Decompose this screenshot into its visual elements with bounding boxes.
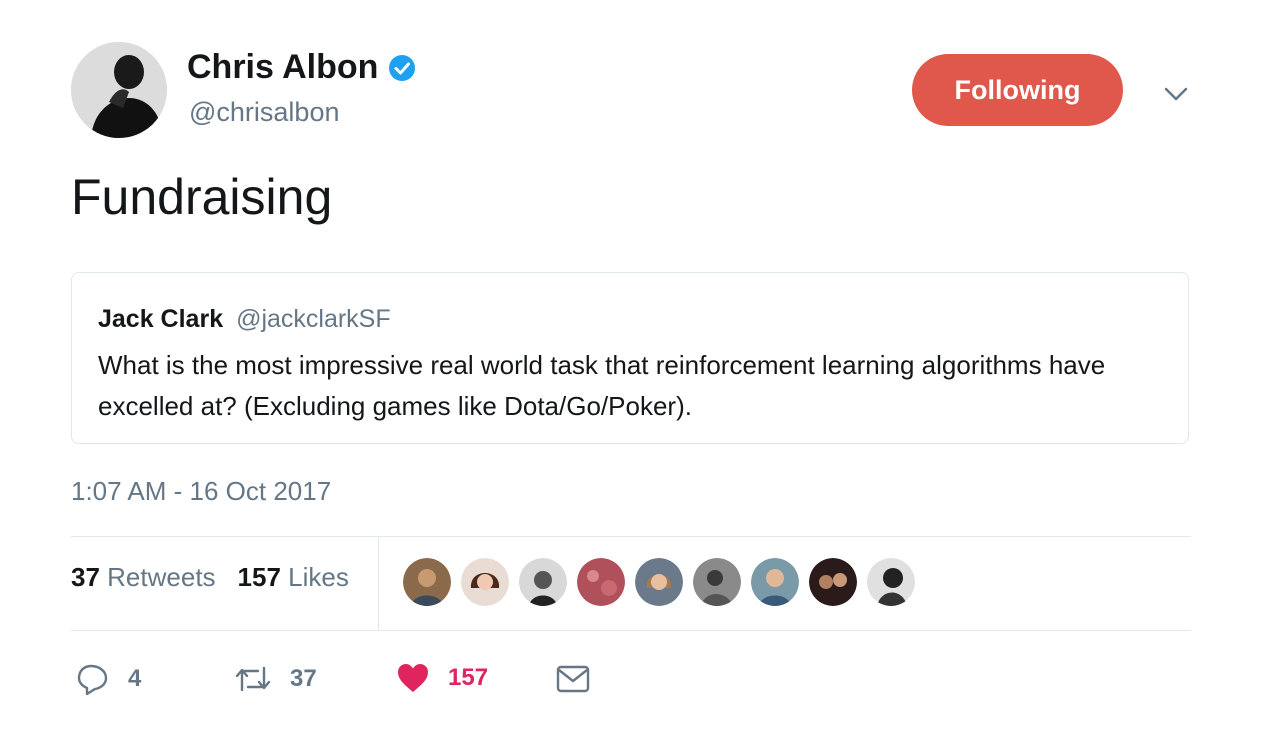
quoted-tweet-text: What is the most impressive real world t… — [98, 350, 1106, 421]
avatar[interactable] — [809, 558, 857, 606]
tweet-text: Fundraising — [71, 169, 333, 225]
avatar[interactable] — [867, 558, 915, 606]
retweet-icon — [235, 666, 271, 692]
author-handle[interactable]: @chrisalbon — [189, 97, 339, 128]
divider — [71, 630, 1191, 631]
avatar[interactable] — [751, 558, 799, 606]
direct-message-button[interactable] — [556, 664, 590, 694]
avatar[interactable] — [693, 558, 741, 606]
quoted-tweet-header: Jack Clark @jackclarkSF — [98, 305, 391, 334]
quoted-author-handle: @jackclarkSF — [236, 305, 391, 333]
reply-count: 4 — [128, 665, 142, 692]
avatar[interactable] — [461, 558, 509, 606]
avatar[interactable] — [577, 558, 625, 606]
retweet-count: 37 — [290, 665, 317, 692]
liker-avatars — [403, 558, 915, 606]
divider — [71, 536, 1191, 537]
stats-separator — [378, 537, 379, 630]
envelope-icon — [556, 665, 590, 693]
reply-button[interactable]: 4 — [76, 662, 141, 696]
reply-icon — [77, 664, 108, 696]
tweet-stats: 37 Retweets 157 Likes — [71, 562, 349, 593]
heart-icon — [398, 664, 428, 692]
author-name[interactable]: Chris Albon — [187, 48, 378, 87]
author-avatar[interactable] — [71, 42, 167, 138]
avatar[interactable] — [635, 558, 683, 606]
quoted-author-name: Jack Clark — [98, 305, 224, 333]
retweet-button[interactable]: 37 — [234, 662, 317, 696]
avatar[interactable] — [519, 558, 567, 606]
avatar[interactable] — [403, 558, 451, 606]
verified-badge-icon — [389, 54, 416, 81]
likes-stat[interactable]: 157 Likes — [238, 562, 349, 593]
author-name-row[interactable]: Chris Albon — [187, 48, 416, 87]
like-count: 157 — [448, 664, 489, 691]
following-button[interactable]: Following — [912, 54, 1123, 126]
chevron-down-icon[interactable] — [1160, 78, 1192, 110]
retweets-stat[interactable]: 37 Retweets — [71, 562, 216, 593]
like-button[interactable]: 157 — [396, 662, 488, 694]
tweet-timestamp[interactable]: 1:07 AM - 16 Oct 2017 — [71, 476, 331, 507]
quoted-tweet-card[interactable]: Jack Clark @jackclarkSF What is the most… — [71, 272, 1189, 444]
action-bar: 4 37 157 — [0, 656, 700, 706]
